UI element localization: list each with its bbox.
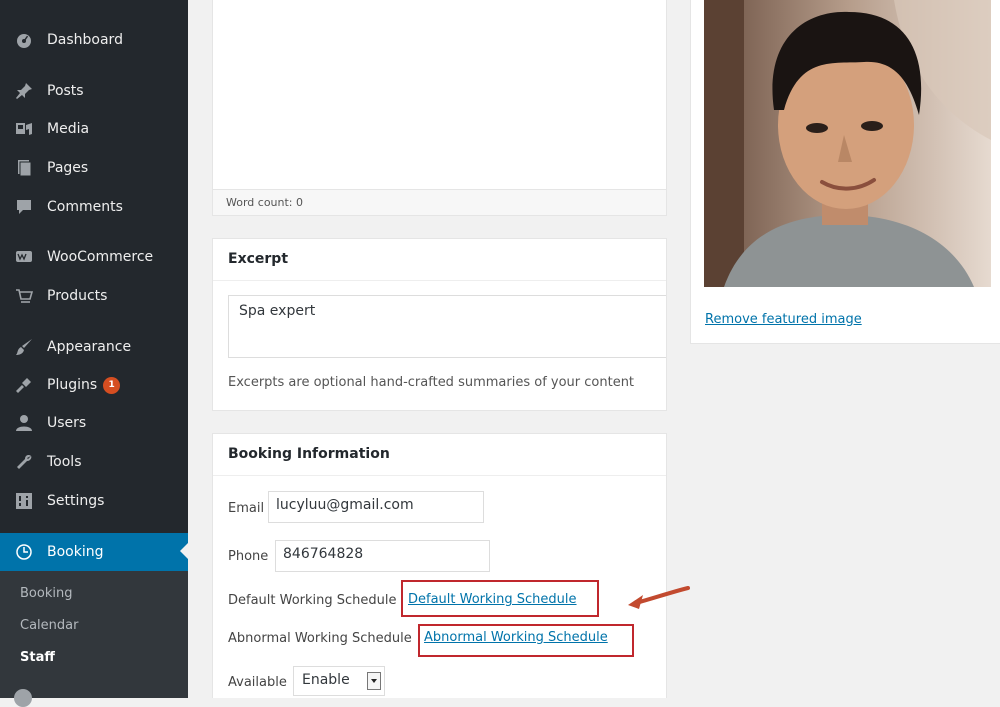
sidebar-item-label: Pages — [47, 160, 89, 176]
sidebar-item-users[interactable]: Users — [0, 405, 188, 441]
sidebar-item-label: Products — [47, 288, 108, 304]
pin-icon — [14, 81, 34, 101]
brush-icon — [14, 337, 34, 357]
sidebar-item-label: WooCommerce — [47, 249, 154, 265]
sidebar-item-woocommerce[interactable]: WooCommerce — [0, 239, 188, 275]
sidebar-item-products[interactable]: Products — [0, 278, 188, 314]
media-icon — [14, 119, 34, 139]
booking-information-title: Booking Information — [213, 434, 666, 476]
submenu-staff[interactable]: Staff — [20, 650, 55, 665]
sidebar-item-label: Posts — [47, 83, 84, 99]
sidebar-item-appearance[interactable]: Appearance — [0, 329, 188, 365]
sidebar-item-settings[interactable]: Settings — [0, 483, 188, 519]
default-schedule-highlight — [401, 580, 599, 617]
sidebar-item-label: Comments — [47, 199, 123, 215]
sidebar-item-label: Appearance — [47, 339, 132, 355]
submenu-calendar[interactable]: Calendar — [20, 618, 78, 633]
sidebar-item-media[interactable]: Media — [0, 111, 188, 147]
email-field[interactable]: lucyluu@gmail.com — [268, 491, 484, 523]
available-label: Available — [228, 675, 287, 690]
woocommerce-icon — [14, 247, 34, 267]
settings-icon — [14, 491, 34, 511]
submenu-booking[interactable]: Booking — [20, 586, 72, 601]
word-count: Word count: 0 — [213, 189, 666, 215]
sidebar-item-dashboard[interactable]: Dashboard — [0, 22, 188, 58]
annotation-arrow-icon — [628, 586, 690, 609]
available-select[interactable]: Enable — [293, 666, 385, 696]
editor-content-area[interactable] — [213, 0, 666, 189]
comment-icon — [14, 197, 34, 217]
sidebar-item-tools[interactable]: Tools — [0, 444, 188, 480]
booking-submenu: Booking Calendar Staff — [0, 571, 188, 707]
abnormal-schedule-highlight — [418, 624, 634, 657]
chevron-down-icon — [367, 672, 381, 690]
phone-field[interactable]: 846764828 — [275, 540, 490, 572]
phone-label: Phone — [228, 549, 269, 564]
email-label: Email — [228, 501, 265, 516]
sidebar-item-label: Users — [47, 415, 87, 431]
user-icon — [14, 413, 34, 433]
dashboard-icon — [14, 30, 34, 50]
abnormal-schedule-label: Abnormal Working Schedule — [228, 631, 412, 646]
sidebar-item-label: Dashboard — [47, 32, 123, 48]
featured-image[interactable] — [704, 0, 991, 287]
wrench-icon — [14, 452, 34, 472]
default-schedule-label: Default Working Schedule — [228, 593, 397, 608]
sidebar-item-comments[interactable]: Comments — [0, 189, 188, 225]
excerpt-title: Excerpt — [213, 239, 666, 281]
content-editor: Word count: 0 — [212, 0, 667, 216]
sidebar-item-plugins[interactable]: Plugins 1 — [0, 367, 188, 403]
sidebar-item-label: Settings — [47, 493, 105, 509]
admin-sidebar: Dashboard Posts Media Pages Comments Woo… — [0, 0, 188, 707]
sidebar-item-label: Media — [47, 121, 90, 137]
active-indicator — [180, 543, 188, 559]
sidebar-item-pages[interactable]: Pages — [0, 150, 188, 186]
pages-icon — [14, 158, 34, 178]
collapse-menu-icon[interactable] — [14, 689, 32, 707]
plugin-update-badge: 1 — [103, 376, 121, 394]
clock-icon — [14, 542, 34, 562]
sidebar-item-booking[interactable]: Booking — [0, 533, 188, 571]
sidebar-item-label: Booking — [47, 544, 104, 560]
excerpt-textarea[interactable]: Spa expert — [228, 295, 666, 358]
plugin-icon — [14, 375, 34, 395]
excerpt-box: Excerpt Spa expert Excerpts are optional… — [212, 238, 667, 411]
excerpt-description: Excerpts are optional hand-crafted summa… — [228, 375, 635, 390]
available-select-value: Enable — [302, 672, 350, 688]
sidebar-item-posts[interactable]: Posts — [0, 73, 188, 109]
sidebar-item-label: Tools — [47, 454, 82, 470]
cart-icon — [14, 286, 34, 306]
remove-featured-image-link[interactable]: Remove featured image — [705, 312, 862, 327]
sidebar-item-label: Plugins — [47, 377, 98, 393]
